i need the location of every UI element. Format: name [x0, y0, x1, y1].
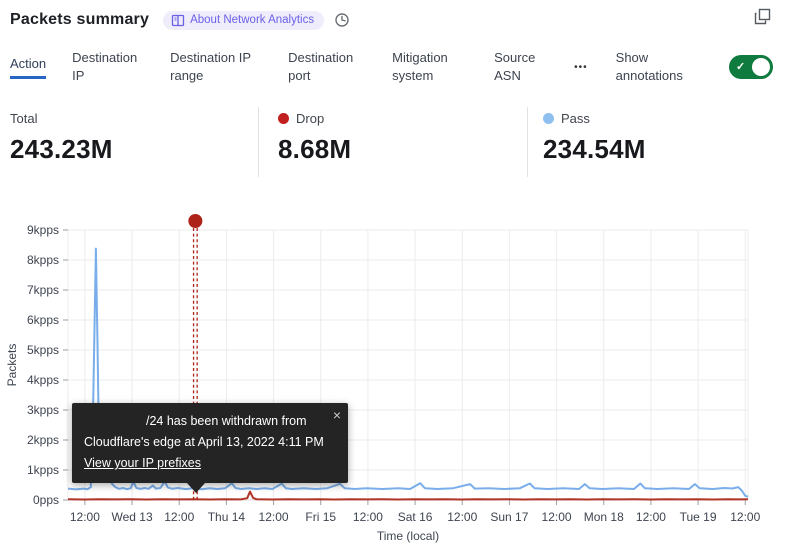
panel-header: Packets summary About Network Analytics [10, 8, 775, 32]
stat-total: Total 243.23M [10, 111, 113, 165]
x-tick-label: 12:00 [542, 510, 572, 524]
y-axis-title: Packets [5, 344, 19, 387]
y-tick-label: 9kpps [27, 223, 59, 237]
toggle-knob [752, 58, 770, 76]
y-tick-label: 3kpps [27, 403, 59, 417]
x-tick-label: 12:00 [353, 510, 383, 524]
tooltip-line2: Cloudflare's edge at April 13, 2022 4:11… [84, 432, 336, 453]
x-tick-label: Fri 15 [305, 510, 336, 524]
stat-value: 234.54M [543, 134, 646, 165]
tooltip-caret [187, 483, 205, 493]
show-annotations-label: Show annotations [616, 49, 700, 85]
stat-value: 243.23M [10, 134, 113, 165]
stat-label: Drop [278, 111, 351, 126]
annotation-tooltip: × /24 has been withdrawn from Cloudflare… [72, 403, 348, 483]
legend-dot-drop [278, 113, 289, 124]
x-axis-title: Time (local) [377, 529, 439, 543]
y-tick-label: 0pps [33, 493, 59, 507]
tab-list: Action Destination IP Destination IP range… [10, 49, 546, 85]
x-tick-label: 12:00 [164, 510, 194, 524]
chart-canvas[interactable]: 0pps 1kpps 2kpps 3kpps 4kpps 5kpps 6kpps 7kpps 8… [0, 200, 785, 550]
tab-source-asn[interactable]: Source ASN [494, 49, 546, 85]
x-tick-label: 12:00 [70, 510, 100, 524]
legend-dot-pass [543, 113, 554, 124]
dimension-tabs: Action Destination IP Destination IP range… [10, 42, 773, 92]
stat-label: Total [10, 111, 113, 126]
tab-action[interactable]: Action [10, 55, 46, 79]
x-tick-label: Sat 16 [398, 510, 433, 524]
y-tick-label: 7kpps [27, 283, 59, 297]
x-tick-label: Mon 18 [584, 510, 624, 524]
clock-icon[interactable] [334, 12, 350, 28]
page-title: Packets summary [10, 11, 149, 29]
y-tick-label: 4kpps [27, 373, 59, 387]
x-tick-label: 12:00 [259, 510, 289, 524]
y-tick-label: 6kpps [27, 313, 59, 327]
tab-mitigation-system[interactable]: Mitigation system [392, 49, 468, 85]
tab-destination-ip[interactable]: Destination IP [72, 49, 144, 85]
series-drop [68, 492, 748, 500]
stat-value: 8.68M [278, 134, 351, 165]
show-annotations-toggle[interactable]: ✓ [729, 55, 773, 79]
y-tick-label: 8kpps [27, 253, 59, 267]
x-tick-label: 12:00 [447, 510, 477, 524]
tab-destination-ip-range[interactable]: Destination IP range [170, 49, 262, 85]
tab-destination-port[interactable]: Destination port [288, 49, 366, 85]
book-icon [171, 14, 185, 27]
about-network-analytics-badge[interactable]: About Network Analytics [163, 11, 324, 30]
view-ip-prefixes-link[interactable]: View your IP prefixes [84, 456, 201, 470]
stat-divider [258, 107, 259, 177]
stat-pass: Pass 234.54M [543, 111, 646, 165]
annotation-dot[interactable] [188, 214, 202, 228]
tooltip-line1: /24 has been withdrawn from [84, 411, 336, 432]
badge-label: About Network Analytics [190, 14, 314, 26]
stat-label: Pass [543, 111, 646, 126]
packets-chart[interactable]: 0pps 1kpps 2kpps 3kpps 4kpps 5kpps 6kpps 7kpps 8… [0, 200, 785, 550]
x-tick-label: 12:00 [730, 510, 760, 524]
stats-row: Total 243.23M Drop 8.68M Pass 234.54M [0, 105, 785, 180]
close-icon[interactable]: × [333, 405, 341, 426]
x-tick-label: Wed 13 [111, 510, 152, 524]
y-tick-label: 1kpps [27, 463, 59, 477]
packets-summary-panel: Packets summary About Network Analytics … [0, 0, 785, 555]
popout-icon[interactable] [754, 8, 771, 30]
stat-divider [527, 107, 528, 177]
x-tick-label: 12:00 [636, 510, 666, 524]
y-tick-label: 2kpps [27, 433, 59, 447]
x-tick-label: Tue 19 [680, 510, 717, 524]
stat-drop: Drop 8.68M [278, 111, 351, 165]
x-tick-label: Sun 17 [490, 510, 528, 524]
x-tick-label: Thu 14 [208, 510, 246, 524]
y-tick-label: 5kpps [27, 343, 59, 357]
check-icon: ✓ [736, 60, 745, 73]
more-tabs-button[interactable]: ••• [572, 62, 590, 73]
